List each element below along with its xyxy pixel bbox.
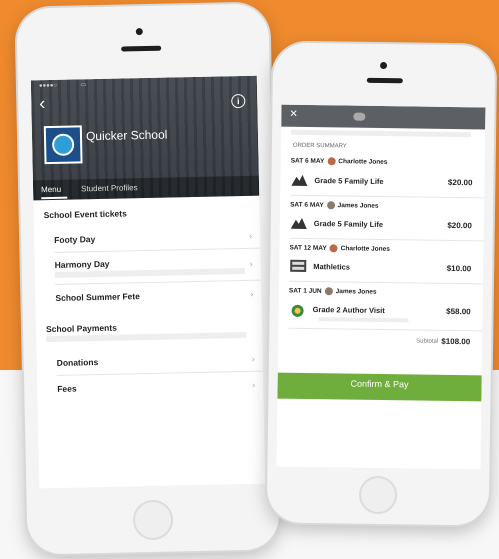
order-item-price: $10.00 [446,263,472,274]
subtotal-label: Subtotal [416,338,439,345]
order-item-name: Grade 5 Family Life [314,176,384,187]
checkout-subheader [291,129,472,138]
camera-dot [135,28,143,36]
avatar [329,244,338,253]
harmony-day-description [54,267,245,278]
tab-student-profiles[interactable]: Student Profiles [81,183,138,193]
chevron-right-icon: › [252,379,256,390]
divider [288,327,483,332]
avatar [327,157,336,166]
item-harmony-day[interactable]: Harmony Day [55,259,110,270]
home-button[interactable] [132,499,174,541]
close-icon[interactable]: ✕ [289,109,298,120]
order-item-price: $58.00 [446,306,471,317]
order-item-price: $20.00 [447,177,473,188]
chevron-right-icon: › [249,230,253,241]
item-donations[interactable]: Donations [57,357,99,368]
item-note [318,317,409,323]
avatar [326,201,335,210]
chevron-right-icon: › [251,353,255,364]
family-life-icon [290,217,307,229]
item-footy-day[interactable]: Footy Day [54,234,95,245]
confirm-pay-button[interactable]: Confirm & Pay [277,372,482,402]
avatar [324,287,333,296]
order-item-name: Grade 5 Family Life [313,219,384,230]
order-date: SAT 1 JUN James Jones [288,287,377,296]
section-event-tickets: School Event tickets [43,208,127,221]
school-logo [43,125,83,165]
item-school-summer-fete[interactable]: School Summer Fete [55,291,140,303]
order-date: SAT 6 MAY James Jones [290,201,379,210]
tab-bar: Menu Student Profiles [32,175,260,201]
home-button[interactable] [358,475,398,515]
divider [54,247,261,253]
author-visit-icon [291,304,304,317]
item-fees[interactable]: Fees [57,384,77,394]
mathletics-icon [290,259,307,272]
order-item-name: Mathletics [313,262,350,272]
school-header: ●●●●○ ▭ ‹ i Quicker School Menu Student … [30,75,260,201]
left-screen: ●●●●○ ▭ ‹ i Quicker School Menu Student … [30,75,266,489]
order-item-name: Grade 2 Author Visit [312,305,385,316]
family-life-icon [291,174,308,186]
right-screen: ✕ ORDER SUMMARY SAT 6 MAY Charlotte Jones… [276,104,486,470]
camera-dot [380,61,388,70]
divider [55,279,262,285]
section-school-payments: School Payments [45,322,117,335]
tab-menu[interactable]: Menu [41,185,61,194]
school-name: Quicker School [85,127,168,144]
active-tab-indicator [41,196,68,200]
speaker-grille [121,45,162,52]
subtotal-value: $108.00 [441,336,471,347]
checkout-header: ✕ [281,104,486,130]
divider [289,237,484,242]
order-item-price: $20.00 [447,220,472,231]
status-bar: ●●●●○ ▭ [38,82,87,90]
divider [290,194,485,199]
divider [289,280,484,285]
header-badge [353,112,366,121]
chevron-right-icon: › [250,288,254,299]
speaker-grille [366,77,403,84]
back-icon[interactable]: ‹ [39,93,45,113]
order-date: SAT 12 MAY Charlotte Jones [289,244,390,253]
divider [56,370,263,376]
left-phone: ●●●●○ ▭ ‹ i Quicker School Menu Student … [16,3,280,555]
order-date: SAT 6 MAY Charlotte Jones [290,157,388,166]
chevron-right-icon: › [249,258,253,269]
right-phone: ✕ ORDER SUMMARY SAT 6 MAY Charlotte Jones… [266,42,496,526]
order-summary-label: ORDER SUMMARY [292,142,347,150]
